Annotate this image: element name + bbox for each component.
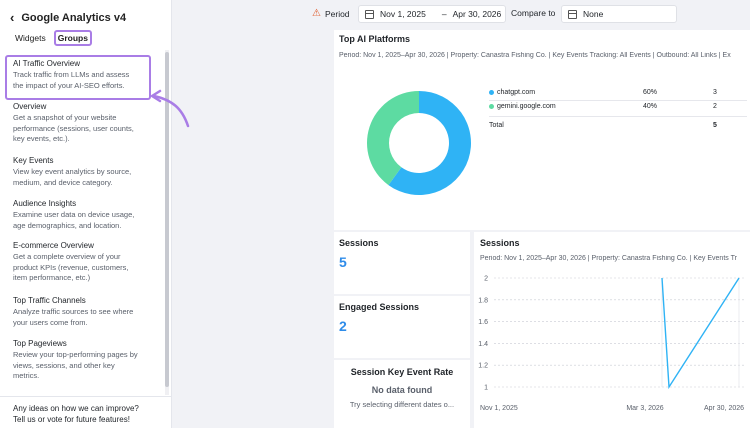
y-tick-label: 2 [484,276,488,283]
calendar-icon [365,9,374,19]
y-tick-label: 1.6 [478,319,488,326]
group-title: Key Events [13,156,54,165]
card-title: Top AI Platforms [339,34,411,44]
x-tick-label: Apr 30, 2026 [704,405,744,412]
date-separator: – [441,9,447,19]
sessions-chart-card: Sessions Period: Nov 1, 2025–Apr 30, 202… [474,232,750,428]
date-end: Apr 30, 2026 [452,9,502,19]
period-label: Period [324,8,350,19]
y-tick-label: 1.8 [478,297,488,304]
app-title: Google Analytics v4 [21,11,127,24]
chevron-left-icon[interactable]: ‹ [10,10,14,25]
platform-name: gemini.google.com [497,103,556,110]
group-item-top-pageviews[interactable]: Top Pageviews Review your top-performing… [13,339,163,382]
series-line[interactable] [661,277,740,390]
row-divider [489,116,747,117]
card-subtitle: Period: Nov 1, 2025–Apr 30, 2026 | Prope… [339,52,731,59]
donut-slice[interactable] [367,91,419,186]
series-dot-icon [489,89,494,95]
series-dot-icon [489,103,494,109]
toolbar: ⚠ Period Nov 1, 2025 – Apr 30, 2026 Comp… [172,0,750,28]
no-data-message: No data found [371,385,433,395]
group-desc: Analyze traffic sources to see where your… [13,307,134,327]
sessions-card: Sessions 5 [334,232,470,294]
metric-value: 5 [339,254,347,270]
group-desc: Get a complete overview of your product K… [13,252,129,282]
group-item-top-traffic-channels[interactable]: Top Traffic Channels Analyze traffic sou… [13,296,163,328]
group-title: Top Traffic Channels [13,296,86,305]
compare-date-picker[interactable]: None [561,5,677,23]
arrow-annotation-icon [150,89,190,128]
group-item-overview[interactable]: Overview Get a snapshot of your website p… [13,102,163,145]
platforms-donut-chart [367,91,471,195]
group-title: E-commerce Overview [13,241,94,250]
platform-pct: 40% [643,103,658,110]
y-tick-label: 1.4 [478,341,488,348]
y-tick-label: 1 [484,385,488,392]
platform-name: chatgpt.com [497,89,536,96]
session-key-event-rate-card: Session Key Event Rate No data found Try… [334,360,470,428]
warning-icon: ⚠ [312,8,321,19]
sidebar-header: ‹ Google Analytics v4 [10,10,126,25]
group-item-ecommerce-overview[interactable]: E-commerce Overview Get a complete overv… [13,241,163,284]
group-item-audience-insights[interactable]: Audience Insights Examine user data on d… [13,199,163,231]
x-tick-label: Nov 1, 2025 [480,405,518,412]
metric-value: 2 [339,318,347,334]
platform-row: chatgpt.com [489,89,535,96]
period-date-picker[interactable]: Nov 1, 2025 – Apr 30, 2026 [358,5,506,23]
tab-widgets[interactable]: Widgets [13,32,48,44]
calendar-icon [568,9,577,19]
y-tick-label: 1.2 [478,363,488,370]
feedback-line: Any ideas on how we can improve? [13,404,139,413]
group-desc: View key event analytics by source, mediu… [13,167,132,187]
engaged-sessions-card: Engaged Sessions 2 [334,296,470,358]
top-ai-platforms-card: Top AI Platforms Period: Nov 1, 2025–Apr… [334,30,750,230]
group-title: Audience Insights [13,199,77,208]
platform-row: gemini.google.com [489,103,556,110]
period-label-group: ⚠ Period [312,8,350,19]
sidebar-tabs: Widgets Groups [13,30,92,46]
group-title: Overview [13,102,47,111]
group-desc: Review your top-performing pages by views… [13,350,138,380]
tab-groups[interactable]: Groups [53,30,92,46]
compare-value: None [583,9,604,19]
group-desc: Get a snapshot of your website performanc… [13,113,134,143]
metric-title: Engaged Sessions [339,302,420,312]
sidebar: ‹ Google Analytics v4 Widgets Groups AI … [0,0,190,428]
total-value: 5 [713,122,717,129]
group-item-key-events[interactable]: Key Events View key event analytics by s… [13,156,163,188]
feedback-footer[interactable]: Any ideas on how we can improve? Tell us… [0,396,171,428]
feedback-line: Tell us or vote for future features! [13,415,130,424]
compare-label-text: Compare to [511,8,556,18]
row-divider [489,100,747,101]
metric-title: Session Key Event Rate [350,367,454,377]
metric-title: Sessions [339,238,379,248]
sessions-line-chart: 2 1.8 1.6 1.4 1.2 1 Nov 1, 2025 Mar 3, 2026 Apr … [478,276,746,412]
platform-pct: 60% [643,89,658,96]
x-tick-label: Mar 3, 2026 [626,405,663,412]
platform-count: 3 [713,89,717,96]
highlight-box [5,55,151,100]
platform-count: 2 [713,103,717,110]
no-data-hint: Try selecting different dates o... [349,400,455,409]
group-desc: Examine user data on device usage, age de… [13,210,135,230]
date-start: Nov 1, 2025 [380,9,426,19]
compare-label: Compare to [511,8,555,18]
group-title: Top Pageviews [13,339,67,348]
total-label: Total [489,122,504,129]
